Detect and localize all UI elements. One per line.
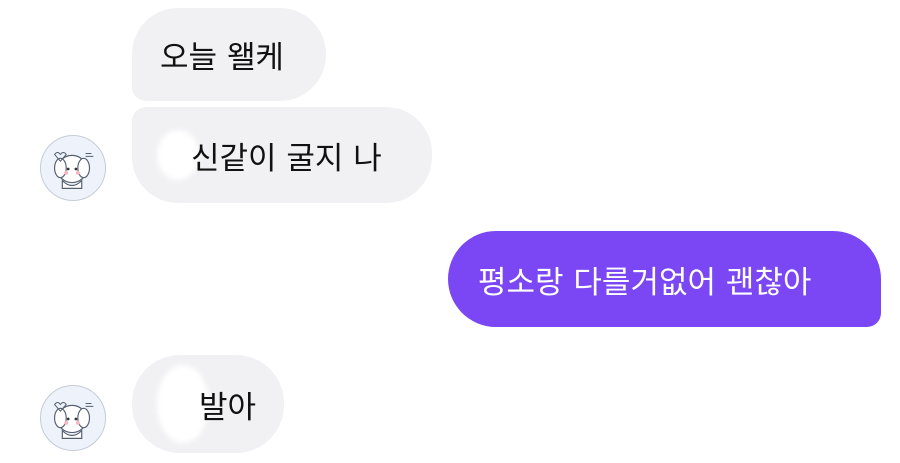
message-text: 평소랑 다를거없어 괜찮아 bbox=[478, 264, 812, 301]
incoming-message-bubble[interactable]: 신같이 굴지 나 bbox=[132, 107, 432, 203]
puppy-avatar-icon bbox=[53, 152, 94, 189]
redacted-blur bbox=[161, 134, 195, 176]
incoming-message-bubble[interactable]: 발아 bbox=[132, 355, 284, 453]
incoming-message-bubble[interactable]: 오늘 왤케 bbox=[132, 8, 326, 101]
message-text: 오늘 왤케 bbox=[160, 40, 284, 76]
puppy-avatar-icon bbox=[53, 402, 94, 439]
sender-avatar[interactable] bbox=[40, 135, 106, 201]
message-text: 발아 bbox=[199, 389, 257, 426]
outgoing-message-bubble[interactable]: 평소랑 다를거없어 괜찮아 bbox=[448, 231, 881, 327]
message-text: 신같이 굴지 나 bbox=[191, 140, 382, 177]
sender-avatar[interactable] bbox=[40, 385, 106, 451]
